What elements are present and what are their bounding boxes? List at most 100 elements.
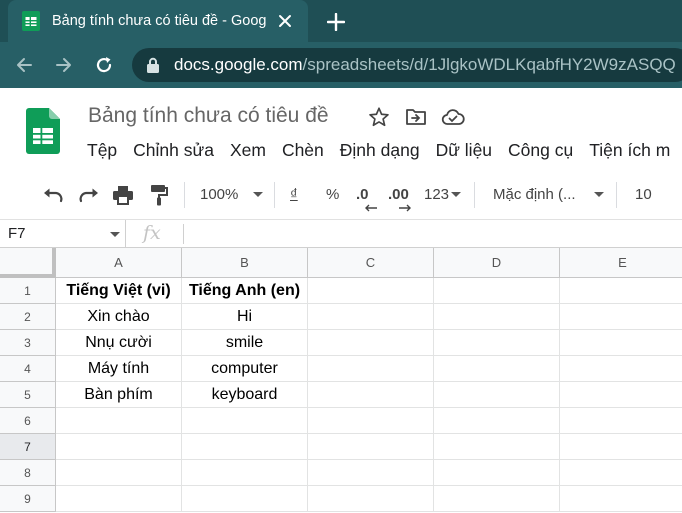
menu-format[interactable]: Định dạng <box>335 138 425 163</box>
more-formats-button[interactable]: 123 <box>424 186 449 203</box>
cell-d2[interactable] <box>434 304 560 330</box>
cell-b6[interactable] <box>182 408 308 434</box>
cell-b8[interactable] <box>182 460 308 486</box>
name-box[interactable]: F7 <box>0 220 126 247</box>
cell-a5[interactable]: Bàn phím <box>56 382 182 408</box>
cell-d7[interactable] <box>434 434 560 460</box>
cell-b1[interactable]: Tiếng Anh (en) <box>182 278 308 304</box>
cell-d6[interactable] <box>434 408 560 434</box>
cell-b4[interactable]: computer <box>182 356 308 382</box>
cell-a1[interactable]: Tiếng Việt (vi) <box>56 278 182 304</box>
cell-a6[interactable] <box>56 408 182 434</box>
menu-data[interactable]: Dữ liệu <box>431 138 497 163</box>
cell-d4[interactable] <box>434 356 560 382</box>
column-header-c[interactable]: C <box>308 248 434 278</box>
cell-a7[interactable] <box>56 434 182 460</box>
cell-b7[interactable] <box>182 434 308 460</box>
font-size-select[interactable]: 10 <box>635 186 652 203</box>
cell-e3[interactable] <box>560 330 682 356</box>
undo-icon[interactable] <box>40 182 66 208</box>
close-tab-icon[interactable] <box>272 8 298 34</box>
back-arrow-icon[interactable] <box>10 51 38 79</box>
row-header-8[interactable]: 8 <box>0 460 56 486</box>
cell-a9[interactable] <box>56 486 182 512</box>
cell-d9[interactable] <box>434 486 560 512</box>
row-header-1[interactable]: 1 <box>0 278 56 304</box>
star-icon[interactable] <box>366 104 392 130</box>
menu-extensions[interactable]: Tiện ích m <box>584 138 675 163</box>
spreadsheet-grid[interactable]: A B C D E 1 Tiếng Việt (vi) Tiếng Anh (en) 2 Xin … <box>0 248 682 513</box>
cell-b5[interactable]: keyboard <box>182 382 308 408</box>
lock-icon <box>147 57 159 73</box>
cell-e2[interactable] <box>560 304 682 330</box>
row-header-7[interactable]: 7 <box>0 434 56 460</box>
column-header-a[interactable]: A <box>56 248 182 278</box>
font-family-select[interactable]: Mặc định (... <box>493 186 576 203</box>
redo-icon[interactable] <box>76 182 102 208</box>
menu-insert[interactable]: Chèn <box>277 138 329 163</box>
column-header-e[interactable]: E <box>560 248 682 278</box>
select-all-corner[interactable] <box>0 248 56 278</box>
cell-c9[interactable] <box>308 486 434 512</box>
browser-toolbar: docs.google.com/spreadsheets/d/1JlgkoWDL… <box>0 42 682 88</box>
menu-tools[interactable]: Công cụ <box>503 138 578 163</box>
move-folder-icon[interactable] <box>403 104 429 130</box>
cell-e9[interactable] <box>560 486 682 512</box>
row-header-4[interactable]: 4 <box>0 356 56 382</box>
menu-file[interactable]: Tệp <box>82 138 122 163</box>
cell-c1[interactable] <box>308 278 434 304</box>
cell-c2[interactable] <box>308 304 434 330</box>
cell-reference: F7 <box>8 225 26 242</box>
cell-a8[interactable] <box>56 460 182 486</box>
cell-c8[interactable] <box>308 460 434 486</box>
cell-c6[interactable] <box>308 408 434 434</box>
forward-arrow-icon[interactable] <box>50 51 78 79</box>
sheets-logo-icon[interactable] <box>26 108 60 154</box>
document-title[interactable]: Bảng tính chưa có tiêu đề <box>88 104 329 128</box>
cell-e7[interactable] <box>560 434 682 460</box>
cell-d8[interactable] <box>434 460 560 486</box>
cell-e6[interactable] <box>560 408 682 434</box>
column-header-d[interactable]: D <box>434 248 560 278</box>
zoom-select[interactable]: 100% <box>200 186 238 203</box>
cell-e5[interactable] <box>560 382 682 408</box>
cell-d3[interactable] <box>434 330 560 356</box>
cell-a3[interactable]: Nnụ cười <box>56 330 182 356</box>
cell-b2[interactable]: Hi <box>182 304 308 330</box>
cell-b3[interactable]: smile <box>182 330 308 356</box>
currency-format-button[interactable]: ₫ <box>290 186 298 203</box>
reload-icon[interactable] <box>90 51 118 79</box>
paint-format-icon[interactable] <box>146 182 172 208</box>
menu-view[interactable]: Xem <box>225 138 271 163</box>
row-header-6[interactable]: 6 <box>0 408 56 434</box>
row-header-9[interactable]: 9 <box>0 486 56 512</box>
cell-c7[interactable] <box>308 434 434 460</box>
cell-a2[interactable]: Xin chào <box>56 304 182 330</box>
row-header-2[interactable]: 2 <box>0 304 56 330</box>
chevron-down-icon <box>451 192 461 197</box>
address-bar[interactable]: docs.google.com/spreadsheets/d/1JlgkoWDL… <box>132 48 682 82</box>
cell-a4[interactable]: Máy tính <box>56 356 182 382</box>
cell-c4[interactable] <box>308 356 434 382</box>
cell-b9[interactable] <box>182 486 308 512</box>
cell-c5[interactable] <box>308 382 434 408</box>
cell-e1[interactable] <box>560 278 682 304</box>
percent-format-button[interactable]: % <box>326 186 339 203</box>
fx-icon: fx <box>143 222 161 244</box>
row-header-5[interactable]: 5 <box>0 382 56 408</box>
cell-e4[interactable] <box>560 356 682 382</box>
browser-tab[interactable]: Bảng tính chưa có tiêu đề - Goog <box>8 0 308 42</box>
cell-e8[interactable] <box>560 460 682 486</box>
menu-edit[interactable]: Chỉnh sửa <box>128 138 219 163</box>
column-header-b[interactable]: B <box>182 248 308 278</box>
cell-c3[interactable] <box>308 330 434 356</box>
cell-d5[interactable] <box>434 382 560 408</box>
cloud-saved-icon[interactable] <box>440 104 466 130</box>
decrease-decimal-button[interactable]: .0 <box>356 186 369 203</box>
row-header-3[interactable]: 3 <box>0 330 56 356</box>
chevron-down-icon <box>253 192 263 197</box>
increase-decimal-button[interactable]: .00 <box>388 186 409 203</box>
cell-d1[interactable] <box>434 278 560 304</box>
print-icon[interactable] <box>110 182 136 208</box>
new-tab-icon[interactable] <box>322 8 350 36</box>
